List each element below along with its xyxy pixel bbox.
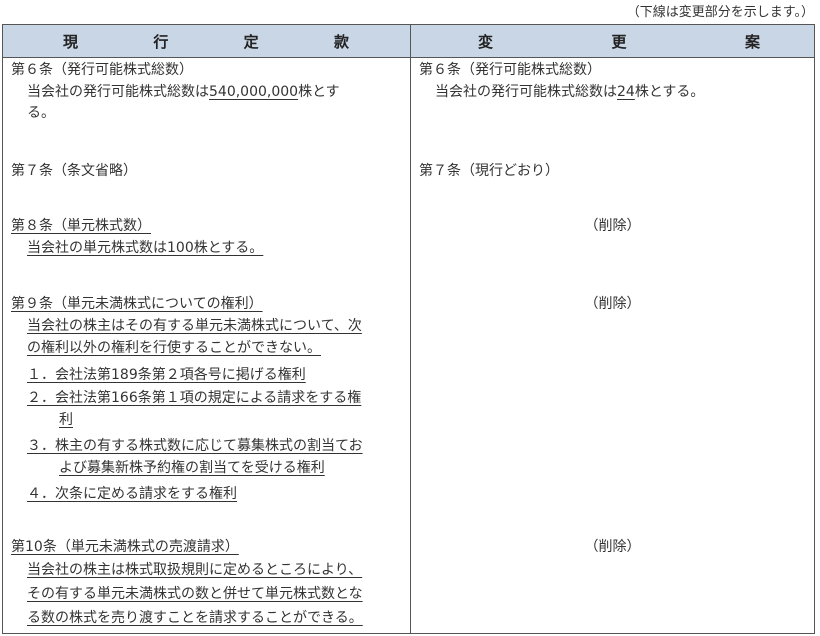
underline-note: （下線は変更部分を示します。）: [626, 5, 814, 20]
current-art9-item2a: ２．会社法第166条第１項の規定による請求をする権: [27, 390, 362, 406]
current-art10-body3: る数の株式を売り渡すことを請求することができる。: [27, 610, 363, 626]
proposed-art6-line1: 当会社の発行可能株式総数は24株とする。: [435, 84, 705, 100]
current-art9-item2b: 利: [59, 412, 73, 428]
header-char: 更: [611, 32, 627, 51]
proposed-art10-deleted: （削除）: [584, 539, 641, 555]
current-art10-body1: 当会社の株主は株式取扱規則に定めるところにより、: [27, 562, 363, 578]
table-header: 現 行 定 款 変 更 案: [3, 25, 814, 58]
current-art6-title: 第６条（発行可能株式総数）: [11, 62, 193, 78]
proposed-art9-deleted: （削除）: [584, 296, 641, 312]
current-art10-title: 第10条（単元未満株式の売渡請求）: [11, 539, 239, 555]
current-art8-body: 当会社の単元株式数は100株とする。: [27, 240, 264, 256]
proposed-art8-deleted: （削除）: [584, 218, 641, 234]
proposed-art6-title: 第６条（発行可能株式総数）: [419, 62, 601, 78]
proposed-art6-number: 24: [617, 84, 635, 100]
current-art6-line2: る。: [27, 105, 55, 121]
header-char: 行: [153, 32, 169, 51]
header-char: 案: [744, 32, 760, 51]
comparison-table: 現 行 定 款 変 更 案 第６条（発行可能株式総数） 当会社の発行可能株式総数…: [2, 24, 815, 634]
current-art8-title: 第８条（単元株式数）: [11, 218, 151, 234]
header-char: 変: [478, 32, 494, 51]
header-char: 款: [333, 32, 349, 51]
header-char: 現: [63, 32, 79, 51]
current-art9-item3b: よび募集新株予約権の割当てを受ける権利: [59, 460, 325, 476]
current-art9-body1: 当会社の株主はその有する単元未満株式について、次: [27, 318, 362, 334]
current-art9-body2: の権利以外の権利を行使することができない。: [27, 340, 321, 356]
current-art9-item1: １．会社法第189条第２項各号に掲げる権利: [27, 367, 306, 383]
header-char: 定: [243, 32, 259, 51]
current-art6-number: 540,000,000: [209, 84, 299, 100]
current-art10-body2: その有する単元未満株式の数と併せて単元株式数とな: [27, 586, 363, 602]
current-art7-title: 第７条（条文省略）: [11, 163, 137, 179]
amendment-comparison-page: （下線は変更部分を示します。） 現 行 定 款 変 更 案 第６条（発行可能株式…: [0, 0, 820, 636]
header-proposed-amendment: 変 更 案: [478, 25, 760, 57]
current-art9-title: 第９条（単元未満株式についての権利）: [11, 296, 263, 312]
current-art9-item4: ４．次条に定める請求をする権利: [27, 486, 237, 502]
current-art9-item3a: ３．株主の有する株式数に応じて募集株式の割当てお: [27, 438, 363, 454]
current-art6-line1: 当会社の発行可能株式総数は540,000,000株とす: [27, 84, 340, 100]
proposed-art7-title: 第７条（現行どおり）: [419, 163, 559, 179]
header-current-articles: 現 行 定 款: [63, 25, 349, 57]
